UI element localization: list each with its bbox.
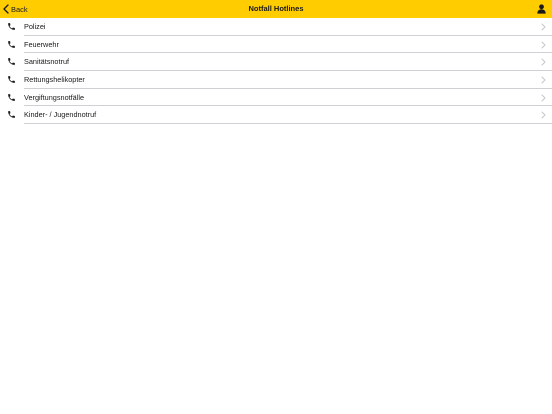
chevron-right-icon: [541, 94, 546, 102]
phone-icon: [7, 93, 16, 102]
phone-icon: [7, 40, 16, 49]
back-button-label: Back: [11, 4, 28, 14]
list-item-label: Sanitätsnotruf: [24, 57, 70, 67]
chevron-right-icon: [541, 41, 546, 49]
page-title: Notfall Hotlines: [248, 4, 304, 13]
chevron-right-icon: [541, 23, 546, 31]
chevron-right-icon: [541, 76, 546, 84]
phone-icon: [7, 57, 16, 66]
person-icon: [537, 4, 546, 14]
user-button[interactable]: [537, 4, 546, 14]
list-item-kinder-jugendnotruf[interactable]: Kinder- / Jugendnotruf: [0, 106, 552, 124]
phone-icon: [7, 22, 16, 31]
list-item-label: Feuerwehr: [24, 39, 59, 49]
phone-icon: [7, 110, 16, 119]
list-item-label: Polizei: [24, 22, 46, 31]
back-button[interactable]: Back: [3, 0, 28, 18]
list-item-label: Rettungshelikopter: [24, 75, 85, 85]
list-item-label: Kinder- / Jugendnotruf: [24, 110, 97, 120]
phone-icon: [7, 75, 16, 84]
chevron-right-icon: [541, 58, 546, 66]
list-item-label: Vergiftungsnotfälle: [24, 92, 85, 102]
list-item-rettungshelikopter[interactable]: Rettungshelikopter: [0, 71, 552, 89]
chevron-left-icon: [3, 4, 9, 14]
chevron-right-icon: [541, 111, 546, 119]
list-item-sanitaetsnotruf[interactable]: Sanitätsnotruf: [0, 53, 552, 71]
hotline-list: Polizei Feuerwehr Sanitätsnotruf Rettung…: [0, 18, 552, 124]
list-item-polizei[interactable]: Polizei: [0, 18, 552, 36]
navigation-bar: Back Notfall Hotlines: [0, 0, 552, 18]
list-item-feuerwehr[interactable]: Feuerwehr: [0, 36, 552, 54]
list-item-vergiftungsnotfaelle[interactable]: Vergiftungsnotfälle: [0, 89, 552, 107]
